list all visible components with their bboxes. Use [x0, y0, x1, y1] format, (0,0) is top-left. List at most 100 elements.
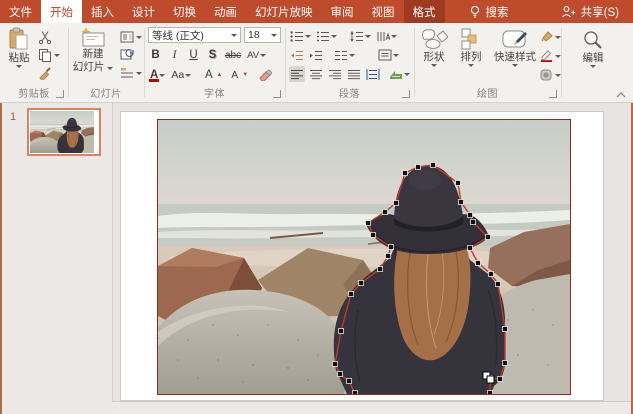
new-slide-button[interactable]: 新建 幻灯片: [70, 27, 116, 73]
quick-styles-button[interactable]: 快速样式: [490, 28, 540, 67]
shapes-button[interactable]: 形状: [416, 28, 452, 67]
arrange-button[interactable]: 排列: [454, 28, 488, 67]
edit-point-handle[interactable]: [471, 220, 476, 225]
tell-me-search[interactable]: 搜索: [459, 0, 519, 23]
edit-point-handle[interactable]: [403, 171, 408, 176]
edit-point-handle[interactable]: [389, 245, 394, 250]
bullet-list-icon: [290, 31, 304, 42]
tab-design[interactable]: 设计: [123, 0, 164, 23]
edit-point-handle[interactable]: [394, 201, 399, 206]
edit-point-handle[interactable]: [371, 233, 376, 238]
selected-picture[interactable]: [157, 119, 571, 395]
shape-outline-button[interactable]: [540, 48, 561, 64]
tab-view[interactable]: 视图: [363, 0, 404, 23]
change-case-button[interactable]: Aa: [170, 67, 192, 83]
dialog-launcher-icon[interactable]: [56, 90, 64, 98]
text-direction-button[interactable]: [375, 28, 398, 44]
italic-button[interactable]: I: [168, 47, 181, 63]
paste-button[interactable]: 粘贴: [3, 27, 35, 68]
edit-point-handle[interactable]: [503, 327, 508, 332]
edit-point-handle[interactable]: [338, 372, 343, 377]
edit-point-handle[interactable]: [333, 362, 338, 367]
align-center-button[interactable]: [308, 66, 324, 82]
edit-point-handle[interactable]: [416, 165, 421, 170]
cut-button[interactable]: [38, 29, 52, 45]
edit-point-handle[interactable]: [459, 200, 464, 205]
edit-point-handle[interactable]: [431, 163, 436, 168]
decrease-font-size-button[interactable]: A▼: [227, 67, 249, 83]
layout-button[interactable]: [120, 29, 142, 45]
edit-point-handle[interactable]: [498, 377, 503, 382]
distribute-button[interactable]: [365, 66, 381, 82]
edit-point-handle[interactable]: [488, 391, 493, 395]
edit-point-handle[interactable]: [496, 282, 501, 287]
align-right-button[interactable]: [327, 66, 343, 82]
edit-point-handle[interactable]: [468, 213, 473, 218]
bullets-button[interactable]: [289, 28, 312, 44]
tab-file[interactable]: 文件: [0, 0, 41, 23]
align-text-button[interactable]: [377, 47, 400, 63]
slide-thumbnail[interactable]: [27, 108, 101, 156]
dropdown-arrow-icon: [16, 65, 22, 68]
edit-point-handle[interactable]: [468, 246, 473, 251]
decrease-indent-button[interactable]: [289, 47, 305, 63]
share-button[interactable]: 共享(S): [551, 0, 629, 23]
shape-fill-button[interactable]: [540, 29, 561, 45]
tab-review[interactable]: 审阅: [322, 0, 363, 23]
smartart-icon: [389, 69, 403, 80]
tab-format[interactable]: 格式: [404, 0, 445, 23]
dialog-launcher-icon[interactable]: [402, 90, 410, 98]
edit-point-handle[interactable]: [383, 210, 388, 215]
underline-button[interactable]: U: [187, 47, 200, 63]
tab-insert[interactable]: 插入: [82, 0, 123, 23]
edit-point-handle[interactable]: [378, 267, 383, 272]
bold-button[interactable]: B: [149, 47, 162, 63]
dialog-launcher-icon[interactable]: [273, 90, 281, 98]
align-left-button[interactable]: [289, 66, 305, 82]
tab-slideshow[interactable]: 幻灯片放映: [246, 0, 322, 23]
collapse-ribbon-button[interactable]: [615, 89, 627, 99]
copy-button[interactable]: [38, 47, 60, 63]
justify-button[interactable]: [346, 66, 362, 82]
edit-point-handle[interactable]: [359, 281, 364, 286]
edit-point-handle[interactable]: [386, 254, 391, 259]
text-shadow-button[interactable]: S: [206, 47, 219, 63]
columns-button[interactable]: [333, 47, 356, 63]
edit-point-handle[interactable]: [489, 272, 494, 277]
slide[interactable]: [120, 111, 604, 401]
dialog-launcher-icon[interactable]: [549, 90, 557, 98]
edit-point-handle[interactable]: [476, 261, 481, 266]
lightbulb-icon: [469, 5, 481, 19]
editing-button[interactable]: 编辑: [573, 29, 613, 68]
edit-point-handle[interactable]: [347, 379, 352, 384]
edit-point-handle[interactable]: [353, 391, 358, 395]
increase-font-size-button[interactable]: A▲: [201, 67, 223, 83]
strikethrough-button[interactable]: abc: [225, 47, 241, 63]
group-drawing: 形状 排列 快速样式: [414, 23, 561, 102]
tab-home[interactable]: 开始: [41, 0, 82, 23]
editing-canvas[interactable]: [112, 103, 631, 402]
edit-point-handle[interactable]: [339, 329, 344, 334]
section-button[interactable]: [120, 65, 142, 81]
edit-point-handle[interactable]: [486, 235, 491, 240]
convert-to-smartart-button[interactable]: [388, 66, 411, 82]
line-spacing-button[interactable]: [349, 28, 372, 44]
share-label: 共享(S): [581, 4, 619, 20]
edit-point-handle[interactable]: [366, 221, 371, 226]
increase-indent-button[interactable]: [308, 47, 324, 63]
format-painter-button[interactable]: [38, 65, 52, 81]
tab-animations[interactable]: 动画: [205, 0, 246, 23]
numbering-button[interactable]: [315, 28, 338, 44]
shape-effects-button[interactable]: [540, 67, 561, 83]
character-spacing-button[interactable]: AV: [247, 47, 266, 63]
reset-slide-button[interactable]: [120, 47, 134, 63]
edit-point-handle[interactable]: [349, 292, 354, 297]
edit-point-handle[interactable]: [456, 181, 461, 186]
clear-formatting-button[interactable]: [258, 67, 273, 83]
tab-transitions[interactable]: 切换: [164, 0, 205, 23]
outline-pen-icon: [540, 50, 553, 62]
font-name-combo[interactable]: 等线 (正文): [148, 27, 241, 43]
edit-point-handle[interactable]: [503, 361, 508, 366]
font-size-combo[interactable]: 18: [244, 27, 281, 43]
font-color-button[interactable]: A: [149, 67, 166, 83]
